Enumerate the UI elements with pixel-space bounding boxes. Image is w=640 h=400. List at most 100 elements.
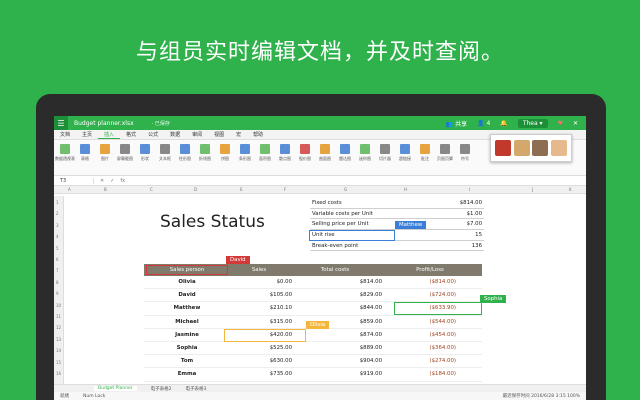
table-cell[interactable]: $315.00 (230, 319, 292, 325)
table-cell[interactable]: $919.00 (292, 371, 382, 377)
ribbon-button[interactable]: 股价图 (296, 144, 314, 162)
ribbon-button[interactable]: 迷你图 (356, 144, 374, 162)
cell-reference[interactable]: T3 (54, 177, 94, 184)
table-cell[interactable]: Sophia (144, 345, 230, 351)
cancel-icon[interactable]: ✕ (100, 178, 104, 184)
table-cell[interactable]: $630.00 (230, 358, 292, 364)
sheet-grid[interactable]: Sales Status Fixed costs $814.00 Variable … (64, 196, 586, 384)
table-cell[interactable]: ($724.00) (382, 292, 482, 298)
menu-item[interactable]: 帮助 (247, 131, 269, 138)
column-header[interactable]: G (344, 187, 347, 192)
menu-item[interactable]: 文档 (54, 131, 76, 138)
function-icon[interactable]: fx (120, 178, 125, 184)
row-header[interactable]: 15 (56, 360, 61, 365)
row-header[interactable]: 6 (56, 257, 59, 262)
row-header[interactable]: 13 (56, 337, 61, 342)
ribbon-button[interactable]: 批注 (416, 144, 434, 162)
row-header[interactable]: 11 (56, 314, 61, 319)
ribbon-button[interactable]: 曲面图 (316, 144, 334, 162)
header-sales-person[interactable]: Sales person (146, 265, 228, 275)
row-header[interactable]: 7 (56, 268, 59, 273)
column-header[interactable]: F (284, 187, 286, 192)
menu-item[interactable]: 格式 (120, 131, 142, 138)
table-cell[interactable]: ($814.00) (382, 279, 482, 285)
column-header[interactable]: E (240, 187, 243, 192)
row-header[interactable]: 2 (56, 211, 59, 216)
heart-icon[interactable]: ♥ (558, 120, 563, 127)
row-header[interactable]: 9 (56, 291, 59, 296)
column-header[interactable]: C (150, 187, 153, 192)
column-header[interactable]: H (404, 187, 407, 192)
ribbon-button[interactable]: 条形图 (236, 144, 254, 162)
confirm-icon[interactable]: ✓ (110, 178, 114, 184)
table-cell[interactable]: ($544.00) (382, 319, 482, 325)
row-header[interactable]: 1 (56, 200, 59, 205)
avatar[interactable] (495, 140, 512, 156)
summary-row[interactable]: Variable costs per Unit $1.00 (310, 209, 484, 220)
users-count[interactable]: 👤 4 (477, 120, 490, 127)
close-icon[interactable]: ✕ (573, 120, 578, 127)
table-cell[interactable]: $814.00 (292, 279, 382, 285)
row-header[interactable]: 12 (56, 325, 61, 330)
sheet-title[interactable]: Sales Status (160, 212, 265, 232)
summary-row[interactable]: Break-even point 136 (310, 241, 484, 252)
table-cell[interactable]: $904.00 (292, 358, 382, 364)
menu-item[interactable]: 主页 (76, 131, 98, 138)
ribbon-button[interactable]: 文本框 (156, 144, 174, 162)
header-total-costs[interactable]: Total costs (290, 267, 380, 273)
ribbon-button[interactable]: 散点图 (276, 144, 294, 162)
table-cell[interactable]: Michael (144, 319, 230, 325)
header-sales[interactable]: Sales (228, 267, 290, 273)
menu-icon[interactable]: ☰ (54, 116, 68, 130)
menu-item[interactable]: 视图 (208, 131, 230, 138)
ribbon-button[interactable]: 切片器 (376, 144, 394, 162)
summary-row[interactable]: Fixed costs $814.00 (310, 198, 484, 209)
table-cell[interactable]: Jasmine (144, 332, 230, 338)
ribbon-button[interactable]: 饼图 (216, 144, 234, 162)
tab-budget-planner[interactable]: Budget Planner (94, 386, 137, 391)
column-header[interactable]: B (104, 187, 107, 192)
user-menu[interactable]: Thea ▾ (517, 118, 548, 128)
ribbon-button[interactable]: 屏幕截图 (116, 144, 134, 162)
table-cell[interactable]: $210.10 (230, 305, 292, 311)
menu-item[interactable]: 审阅 (186, 131, 208, 138)
table-cell[interactable]: ($364.00) (382, 345, 482, 351)
menu-item[interactable]: 宏 (230, 131, 247, 138)
row-header[interactable]: 5 (56, 246, 59, 251)
row-header[interactable]: 16 (56, 371, 61, 376)
table-cell[interactable]: $105.00 (230, 292, 292, 298)
row-header[interactable]: 14 (56, 348, 61, 353)
table-cell[interactable]: $0.00 (230, 279, 292, 285)
avatar[interactable] (513, 140, 530, 156)
table-cell[interactable]: $844.00 (292, 305, 382, 311)
ribbon-button[interactable]: 雷达图 (336, 144, 354, 162)
ribbon-button[interactable]: 形状 (136, 144, 154, 162)
share-button[interactable]: 👥 共享 (446, 119, 467, 128)
tab-sheet3[interactable]: 电子表格3 (186, 386, 207, 392)
table-cell[interactable]: Matthew (144, 305, 230, 311)
ribbon-button[interactable]: 符号 (456, 144, 474, 162)
row-header[interactable]: 8 (56, 280, 59, 285)
table-cell[interactable]: Olivia (144, 279, 230, 285)
ribbon-button[interactable]: 页眉页脚 (436, 144, 454, 162)
column-header[interactable]: K (569, 187, 572, 192)
row-header[interactable]: 4 (56, 234, 59, 239)
ribbon-button[interactable]: 折线图 (196, 144, 214, 162)
column-header[interactable]: A (68, 187, 71, 192)
bell-icon[interactable]: 🔔 (500, 120, 507, 127)
ribbon-button[interactable]: 图片 (96, 144, 114, 162)
ribbon-button[interactable]: 超链接 (396, 144, 414, 162)
table-cell[interactable]: $829.00 (292, 292, 382, 298)
table-cell[interactable]: ($274.00) (382, 358, 482, 364)
table-cell[interactable]: ($454.00) (382, 332, 482, 338)
ribbon-button[interactable]: 面积图 (256, 144, 274, 162)
tab-sheet2[interactable]: 电子表格2 (151, 386, 172, 392)
column-header[interactable]: D (194, 187, 197, 192)
menu-item[interactable]: 数据 (164, 131, 186, 138)
table-cell[interactable]: Tom (144, 358, 230, 364)
table-cell[interactable]: Emma (144, 371, 230, 377)
table-cell[interactable]: David (144, 292, 230, 298)
avatar[interactable] (550, 140, 567, 156)
row-header[interactable]: 10 (56, 303, 61, 308)
table-cell[interactable]: ($184.00) (382, 371, 482, 377)
